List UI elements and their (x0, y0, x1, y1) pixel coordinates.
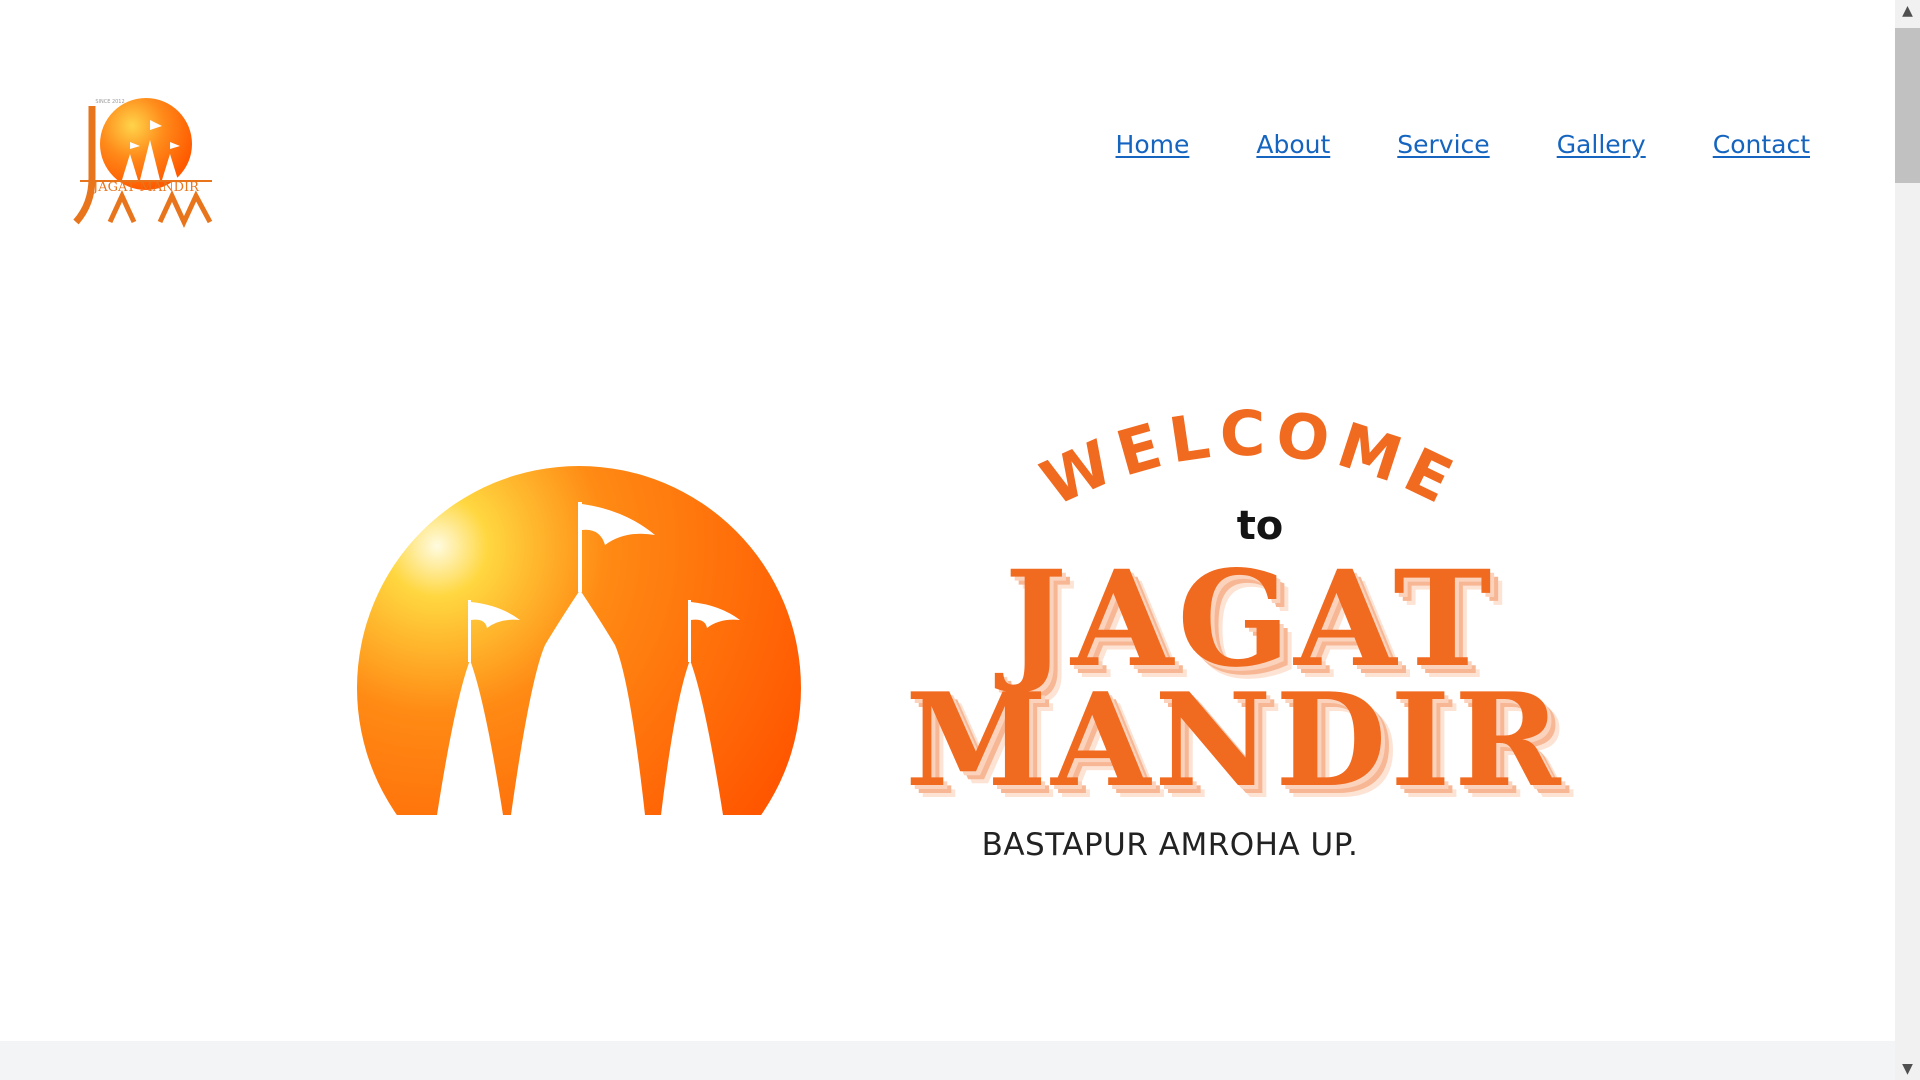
nav-link-about[interactable]: About (1256, 130, 1330, 159)
logo-since: SINCE 2012 (95, 99, 124, 105)
logo-text: JAGAT MANDIR (91, 180, 200, 195)
title-line-mandir: MANDIR (905, 666, 1565, 816)
nav-link-contact[interactable]: Contact (1713, 130, 1810, 159)
page: JAGAT MANDIR SINCE 2012 Home About Servi… (0, 0, 1895, 1080)
nav-link-service[interactable]: Service (1397, 130, 1489, 159)
chevron-up-icon[interactable]: ▲ (1895, 0, 1920, 22)
vertical-scrollbar[interactable]: ▲ ▼ (1895, 0, 1920, 1080)
hero-banner: WELCOME to JAGAT MANDIR BASTAPUR AMROHA … (340, 395, 1600, 885)
logo-icon: JAGAT MANDIR SINCE 2012 (73, 98, 213, 228)
main-nav: Home About Service Gallery Contact (1116, 130, 1810, 159)
chevron-down-icon[interactable]: ▼ (1895, 1058, 1920, 1080)
nav-link-gallery[interactable]: Gallery (1557, 130, 1646, 159)
next-section-strip (0, 1041, 1895, 1080)
nav-link-home[interactable]: Home (1116, 130, 1190, 159)
temple-sun-illustration (357, 466, 801, 815)
scrollbar-thumb[interactable] (1895, 28, 1920, 183)
site-logo[interactable]: JAGAT MANDIR SINCE 2012 (70, 92, 222, 230)
location-text: BASTAPUR AMROHA UP. (981, 827, 1359, 863)
